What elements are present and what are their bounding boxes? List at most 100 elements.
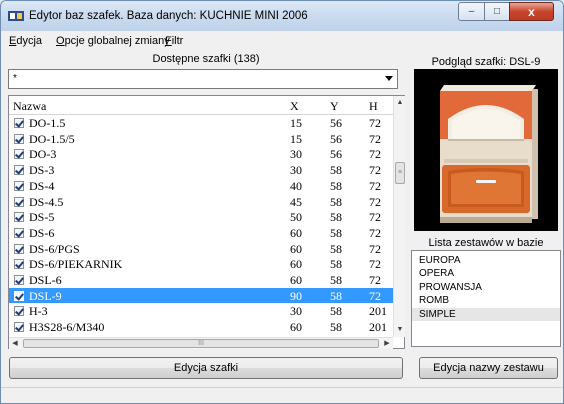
column-header-y[interactable]: Y [330,99,339,114]
edit-set-name-button[interactable]: Edycja nazwy zestawu [419,357,558,379]
row-checkbox[interactable] [14,259,24,270]
menu-filtr[interactable]: Filtr [165,35,183,47]
table-row[interactable]: DS-5 50 58 72 [9,209,393,225]
column-header-h[interactable]: H [369,99,378,114]
scroll-up-arrow-icon[interactable]: ▲ [394,96,406,110]
row-checkbox[interactable] [14,118,24,128]
cell-x: 30 [290,163,302,178]
row-checkbox[interactable] [14,243,24,254]
available-cabinets-header: Dostępne szafki (138) [152,53,260,65]
table-row[interactable]: DS-4 40 58 72 [9,178,393,194]
menu-opcje-label: pcje globalnej zmiany [64,35,170,47]
sets-list-title: Lista zestawów w bazie [428,237,544,249]
row-checkbox[interactable] [14,212,24,223]
filter-combo-value: * [13,73,17,84]
cell-x: 30 [290,147,302,162]
app-icon [8,11,24,21]
cell-x: 15 [290,116,302,130]
cell-h: 201 [369,304,387,319]
cell-x: 50 [290,210,302,225]
cell-nazwa: DS-4.5 [29,194,64,209]
title-bar: Edytor baz szafek. Baza danych: KUCHNIE … [1,1,563,31]
set-list-item[interactable]: EUROPA [412,254,560,267]
table-row[interactable]: DO-1.5/5 15 56 72 [9,131,393,147]
cell-x: 60 [290,225,302,240]
cell-x: 45 [290,194,302,209]
edit-cabinet-button[interactable]: Edycja szafki [9,357,403,379]
cell-h: 72 [369,273,381,287]
cell-nazwa: DS-4 [29,178,55,193]
table-row[interactable]: DSL-6 60 58 72 [9,272,393,288]
cell-nazwa: DO-1.5/5 [29,131,75,146]
menu-opcje-accel: O [56,35,65,47]
cell-nazwa: DSL-6 [29,273,62,287]
set-list-item[interactable]: PROWANSJA [412,281,560,294]
set-list-item[interactable]: ROMB [412,294,560,307]
cell-x: 60 [290,241,302,256]
set-list-item[interactable]: SIMPLE [412,307,560,321]
table-row[interactable]: DS-3 30 58 72 [9,162,393,178]
cell-x: 15 [290,131,302,146]
cell-h: 72 [369,210,381,225]
table-row[interactable]: H-3 30 58 201 [9,303,393,319]
menu-filtr-accel: F [165,35,172,47]
table-row[interactable]: H3S28-6/M340 60 58 201 [9,319,393,335]
horizontal-scroll-thumb[interactable]: III [23,339,379,348]
set-list-item[interactable]: OPERA [412,267,560,280]
table-header: Nazwa X Y H [9,96,393,115]
cell-nazwa: H-3 [29,304,48,319]
menu-filtr-label: iltr [171,35,184,47]
table-row[interactable]: DSL-9 90 58 72 [9,287,393,304]
table-row[interactable]: DO-1.5 15 56 72 [9,115,393,131]
cell-y: 58 [330,241,342,256]
chevron-down-icon [385,76,393,81]
table-row[interactable]: DS-4.5 45 58 72 [9,194,393,210]
row-checkbox[interactable] [14,275,24,285]
row-checkbox[interactable] [14,306,24,317]
table-row[interactable]: DS-6 60 58 72 [9,225,393,241]
cell-y: 58 [330,163,342,178]
vertical-scroll-thumb[interactable]: ≡ [395,162,405,184]
row-checkbox[interactable] [14,149,24,160]
menu-edycja-label: dycja [16,35,43,47]
vertical-scrollbar[interactable]: ▲ ≡ ▼ [393,96,405,337]
menu-edycja[interactable]: Edycja [9,35,42,47]
maximize-button[interactable]: □ [484,2,510,21]
close-button[interactable]: x [509,2,554,21]
table-row[interactable]: DO-3 30 56 72 [9,146,393,162]
horizontal-scrollbar[interactable]: ◀ III ▶ [9,337,393,349]
cell-h: 72 [369,116,381,130]
cell-y: 56 [330,131,342,146]
column-header-x[interactable]: X [290,99,299,114]
scroll-right-arrow-icon[interactable]: ▶ [381,338,393,350]
cell-y: 58 [330,304,342,319]
cell-x: 90 [290,288,302,303]
cell-y: 56 [330,147,342,162]
cabinet-preview-image [414,69,558,231]
row-checkbox[interactable] [14,290,24,301]
row-checkbox[interactable] [14,180,24,191]
table-row[interactable]: DS-6/PGS 60 58 72 [9,241,393,257]
sets-list: EUROPA OPERA PROWANSJA ROMB SIMPLE [411,250,561,347]
column-header-nazwa[interactable]: Nazwa [13,99,46,114]
filter-combo[interactable]: * [8,69,398,89]
cell-nazwa: DO-3 [29,147,57,162]
cell-y: 58 [330,225,342,240]
menu-opcje-globalnej-zmiany[interactable]: Opcje globalnej zmiany [56,35,170,47]
cell-x: 60 [290,257,302,272]
cell-y: 58 [330,194,342,209]
row-checkbox[interactable] [14,322,24,333]
row-checkbox[interactable] [14,133,24,144]
row-checkbox[interactable] [14,227,24,238]
minimize-button[interactable]: – [458,2,485,21]
scroll-left-arrow-icon[interactable]: ◀ [9,338,21,350]
row-checkbox[interactable] [14,165,24,176]
row-checkbox[interactable] [14,196,24,207]
cell-nazwa: H3S28-6/M340 [29,320,105,335]
cell-h: 72 [369,147,381,162]
app-window: Edytor baz szafek. Baza danych: KUCHNIE … [0,0,564,404]
scroll-down-arrow-icon[interactable]: ▼ [394,323,406,337]
cell-h: 72 [369,163,381,178]
cell-y: 58 [330,178,342,193]
table-row[interactable]: DS-6/PIEKARNIK 60 58 72 [9,256,393,272]
